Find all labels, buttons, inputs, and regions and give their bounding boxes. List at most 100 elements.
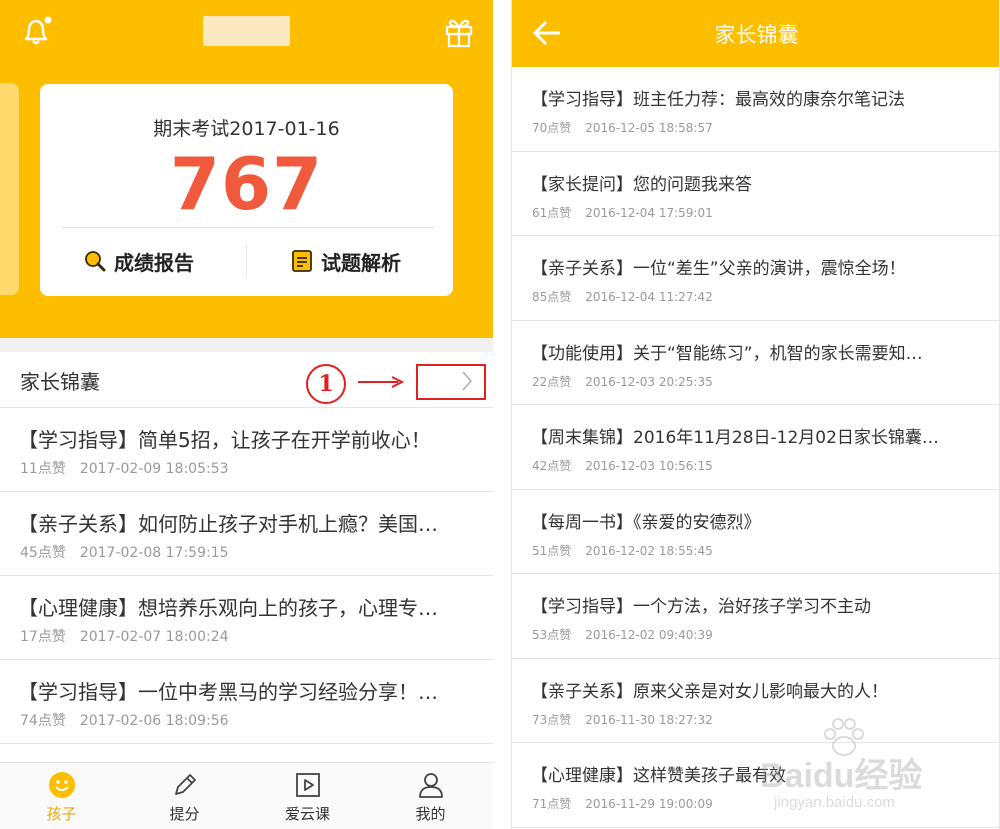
timestamp: 2016-11-29 19:00:09 xyxy=(585,797,713,811)
person-icon xyxy=(419,773,443,798)
like-count: 70点赞 xyxy=(532,121,572,135)
item-title: 【心理健康】这样赞美孩子最有效 xyxy=(531,766,786,786)
top-banner: 期末考试2017-01-16 767 成绩报告 试题解析 xyxy=(0,0,493,338)
parent-tips-list: 【学习指导】简单5招，让孩子在开学前收心！ 11点赞 2017-02-09 18:… xyxy=(0,408,493,744)
timestamp: 2016-12-02 18:55:45 xyxy=(585,543,713,558)
like-count: 61点赞 xyxy=(532,205,572,220)
score-card[interactable]: 期末考试2017-01-16 767 成绩报告 试题解析 xyxy=(40,84,453,296)
item-title: 【周末集锦】2016年11月28日-12月02日家长锦囊… xyxy=(531,428,939,448)
parent-tips-header: 家长锦囊 1 xyxy=(0,352,493,408)
timestamp: 2016-12-04 11:27:42 xyxy=(585,290,713,304)
item-title: 【每周一书】《亲爱的安德烈》 xyxy=(531,512,761,533)
list-item[interactable]: 【功能使用】关于“智能练习”，机智的家长需要知… 22点赞 2016-12-03 … xyxy=(512,321,999,405)
tab-label: 提分 xyxy=(169,805,200,823)
item-title: 【学习指导】简单5招，让孩子在开学前收心！ xyxy=(18,428,431,452)
list-item[interactable]: 【每周一书】《亲爱的安德烈》 51点赞 2016-12-02 18:55:45 xyxy=(512,490,999,574)
tab-child[interactable]: 孩子 xyxy=(0,763,123,829)
question-analysis-label: 试题解析 xyxy=(321,250,401,275)
item-meta: 11点赞 2017-02-09 18:05:53 xyxy=(20,458,229,478)
timestamp: 2016-12-03 10:56:15 xyxy=(585,459,713,473)
item-meta: 70点赞 2016-12-05 18:58:57 xyxy=(532,119,713,136)
timestamp: 2017-02-08 17:59:15 xyxy=(79,545,229,561)
item-meta: 22点赞 2016-12-03 20:25:35 xyxy=(532,373,713,390)
gift-icon[interactable] xyxy=(444,16,474,48)
item-title: 【亲子关系】一位“差生”父亲的演讲，震惊全场！ xyxy=(531,259,906,279)
timestamp: 2017-02-06 18:09:56 xyxy=(79,713,229,729)
header-bar: 家长锦囊 xyxy=(512,0,999,67)
tab-label: 孩子 xyxy=(46,805,77,823)
section-gap xyxy=(0,338,493,352)
blurred-title xyxy=(203,16,290,46)
item-title: 【学习指导】班主任力荐：最高效的康奈尔笔记法 xyxy=(531,90,905,110)
list-item[interactable]: 【周末集锦】2016年11月28日-12月02日家长锦囊… 42点赞 2016-1… xyxy=(512,405,999,490)
exam-score: 767 xyxy=(169,142,324,226)
parent-tips-screen: 家长锦囊 【学习指导】班主任力荐：最高效的康奈尔笔记法 70点赞 2016-12-… xyxy=(511,0,1000,829)
like-count: 45点赞 xyxy=(20,545,66,561)
bell-icon[interactable] xyxy=(20,14,54,48)
exam-title: 期末考试2017-01-16 xyxy=(153,118,340,140)
item-title: 【亲子关系】如何防止孩子对手机上瘾？美国… xyxy=(18,512,438,536)
timestamp: 2016-12-02 09:40:39 xyxy=(585,628,713,642)
section-title: 家长锦囊 xyxy=(20,370,100,394)
main-screen: 期末考试2017-01-16 767 成绩报告 试题解析 家长锦囊 1 【学习指… xyxy=(0,0,493,829)
list-item[interactable]: 【学习指导】简单5招，让孩子在开学前收心！ 11点赞 2017-02-09 18:… xyxy=(0,408,493,492)
list-item[interactable]: 【学习指导】一位中考黑马的学习经验分享！… 74点赞 2017-02-06 18:… xyxy=(0,660,493,744)
question-analysis-button[interactable]: 试题解析 xyxy=(291,244,401,278)
item-title: 【功能使用】关于“智能练习”，机智的家长需要知… xyxy=(531,343,923,364)
annotation-step-number: 1 xyxy=(306,364,346,404)
like-count: 85点赞 xyxy=(532,290,572,304)
bottom-tab-bar: 孩子 提分 爱云课 我的 xyxy=(0,762,493,829)
list-item[interactable]: 【亲子关系】如何防止孩子对手机上瘾？美国… 45点赞 2017-02-08 17:… xyxy=(0,492,493,576)
timestamp: 2017-02-07 18:00:24 xyxy=(79,629,229,645)
previous-card-peek[interactable] xyxy=(0,83,19,295)
timestamp: 2017-02-09 18:05:53 xyxy=(79,461,229,477)
tab-label: 我的 xyxy=(415,805,446,823)
item-meta: 73点赞 2016-11-30 18:27:32 xyxy=(532,711,713,728)
tab-cloud-course[interactable]: 爱云课 xyxy=(246,763,369,829)
magnifier-icon xyxy=(85,251,106,272)
item-meta: 71点赞 2016-11-29 19:00:09 xyxy=(532,795,713,812)
list-item[interactable]: 【心理健康】想培养乐观向上的孩子，心理专… 17点赞 2017-02-07 18:… xyxy=(0,576,493,660)
like-count: 17点赞 xyxy=(20,629,66,645)
tab-improve[interactable]: 提分 xyxy=(123,763,246,829)
item-title: 【心理健康】想培养乐观向上的孩子，心理专… xyxy=(18,596,438,620)
like-count: 42点赞 xyxy=(532,459,572,473)
document-icon xyxy=(292,250,312,272)
play-icon xyxy=(296,773,320,797)
article-list: 【学习指导】班主任力荐：最高效的康奈尔笔记法 70点赞 2016-12-05 18… xyxy=(512,67,999,828)
list-item[interactable]: 【家长提问】您的问题我来答 61点赞 2016-12-04 17:59:01 xyxy=(512,152,999,236)
score-report-button[interactable]: 成绩报告 xyxy=(84,244,194,278)
item-meta: 53点赞 2016-12-02 09:40:39 xyxy=(532,626,713,643)
timestamp: 2016-11-30 18:27:32 xyxy=(585,712,713,727)
like-count: 22点赞 xyxy=(532,374,572,389)
item-title: 【学习指导】一个方法，治好孩子学习不主动 xyxy=(531,597,871,617)
item-meta: 74点赞 2017-02-06 18:09:56 xyxy=(20,710,229,730)
page-title: 家长锦囊 xyxy=(714,23,799,47)
item-title: 【学习指导】一位中考黑马的学习经验分享！… xyxy=(18,680,438,704)
item-meta: 45点赞 2017-02-08 17:59:15 xyxy=(20,542,229,562)
chevron-right-icon[interactable] xyxy=(460,369,474,393)
item-title: 【亲子关系】原来父亲是对女儿影响最大的人！ xyxy=(531,681,888,702)
like-count: 71点赞 xyxy=(532,797,572,811)
list-item[interactable]: 【学习指导】一个方法，治好孩子学习不主动 53点赞 2016-12-02 09:4… xyxy=(512,574,999,659)
item-title: 【家长提问】您的问题我来答 xyxy=(531,174,752,195)
annotation-arrow-icon xyxy=(358,376,405,388)
like-count: 74点赞 xyxy=(20,713,66,729)
like-count: 73点赞 xyxy=(532,712,572,727)
item-meta: 61点赞 2016-12-04 17:59:01 xyxy=(532,204,713,221)
timestamp: 2016-12-05 18:58:57 xyxy=(585,121,713,135)
item-meta: 42点赞 2016-12-03 10:56:15 xyxy=(532,457,713,474)
like-count: 11点赞 xyxy=(20,461,66,477)
smiley-icon xyxy=(49,772,75,798)
pencil-icon xyxy=(175,774,196,795)
timestamp: 2016-12-03 20:25:35 xyxy=(585,374,713,389)
annotation-highlight-box xyxy=(416,364,486,400)
divider xyxy=(246,244,247,278)
list-item[interactable]: 【心理健康】这样赞美孩子最有效 71点赞 2016-11-29 19:00:09 xyxy=(512,743,999,828)
list-item[interactable]: 【亲子关系】原来父亲是对女儿影响最大的人！ 73点赞 2016-11-30 18:… xyxy=(512,659,999,743)
tab-mine[interactable]: 我的 xyxy=(369,763,492,829)
like-count: 51点赞 xyxy=(532,543,572,558)
list-item[interactable]: 【亲子关系】一位“差生”父亲的演讲，震惊全场！ 85点赞 2016-12-04 1… xyxy=(512,236,999,321)
list-item[interactable]: 【学习指导】班主任力荐：最高效的康奈尔笔记法 70点赞 2016-12-05 18… xyxy=(512,67,999,152)
score-report-label: 成绩报告 xyxy=(114,250,194,275)
